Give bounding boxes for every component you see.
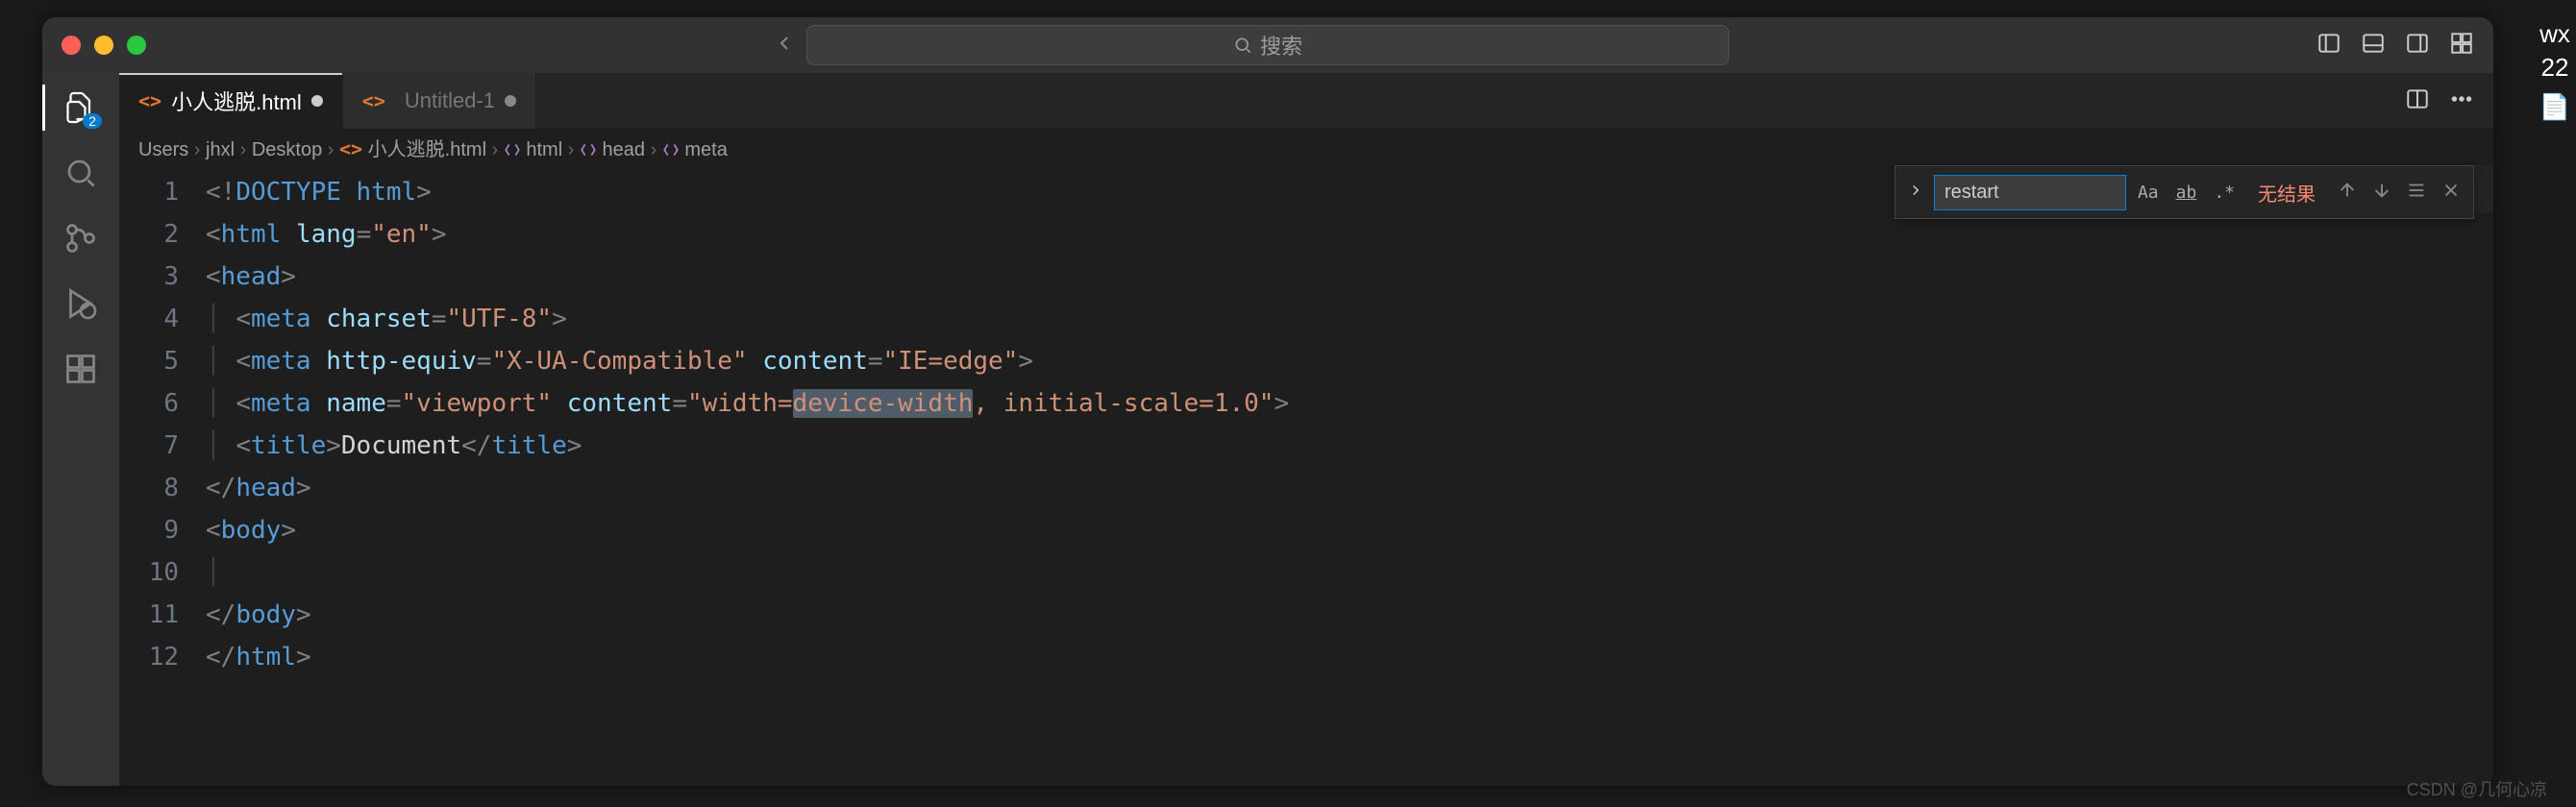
chevron-right-icon: › bbox=[651, 139, 657, 160]
panel-toggle-bottom-icon[interactable] bbox=[2361, 31, 2386, 61]
titlebar-actions bbox=[2316, 31, 2474, 61]
breadcrumb-symbol[interactable]: meta bbox=[684, 139, 727, 160]
search-placeholder: 搜索 bbox=[1260, 30, 1302, 61]
match-case-toggle[interactable]: Aa bbox=[2132, 180, 2165, 206]
tab-label: 小人逃脱.html bbox=[171, 86, 302, 116]
tab[interactable]: <> Untitled-1 bbox=[343, 73, 536, 129]
maximize-button[interactable] bbox=[127, 36, 146, 55]
find-widget: Aa ab .* 无结果 bbox=[1895, 165, 2474, 219]
line-gutter: 123456789101112 bbox=[119, 165, 206, 786]
search-icon bbox=[1233, 36, 1252, 55]
find-next-icon[interactable] bbox=[2367, 176, 2396, 209]
find-close-icon[interactable] bbox=[2437, 176, 2465, 209]
breadcrumb-segment[interactable]: Users bbox=[138, 139, 188, 160]
dirty-indicator-icon bbox=[311, 95, 323, 107]
side-text-1: 22 bbox=[2541, 53, 2569, 83]
symbol-icon bbox=[662, 139, 680, 160]
find-toggle-replace-icon[interactable] bbox=[1903, 177, 1928, 208]
chevron-right-icon: › bbox=[194, 139, 201, 160]
breadcrumb-segment[interactable]: Desktop bbox=[252, 139, 322, 160]
find-prev-icon[interactable] bbox=[2333, 176, 2362, 209]
dirty-indicator-icon bbox=[505, 95, 516, 107]
close-button[interactable] bbox=[62, 36, 81, 55]
breadcrumb-symbol[interactable]: html bbox=[526, 139, 562, 160]
more-actions-icon[interactable] bbox=[2449, 86, 2474, 116]
layout-customize-icon[interactable] bbox=[2449, 31, 2474, 61]
external-side-strip: wx 22 📄 bbox=[2538, 19, 2572, 807]
tab[interactable]: <> 小人逃脱.html bbox=[119, 73, 343, 129]
traffic-lights bbox=[62, 36, 146, 55]
html-file-icon: <> bbox=[339, 137, 362, 160]
code-editor[interactable]: 123456789101112 <!DOCTYPE html><html lan… bbox=[119, 165, 2493, 786]
find-input[interactable] bbox=[1934, 175, 2126, 210]
source-control-icon[interactable] bbox=[62, 219, 100, 257]
watermark: CSDN @几何心凉 bbox=[2407, 776, 2547, 801]
explorer-badge: 2 bbox=[83, 113, 102, 129]
breadcrumb-file[interactable]: 小人逃脱.html bbox=[368, 139, 486, 160]
symbol-icon bbox=[580, 139, 597, 160]
editor-actions bbox=[2405, 73, 2493, 129]
run-debug-icon[interactable] bbox=[62, 284, 100, 323]
chevron-right-icon: › bbox=[328, 139, 334, 160]
split-editor-icon[interactable] bbox=[2405, 86, 2430, 116]
find-result-text: 无结果 bbox=[2258, 179, 2316, 207]
explorer-icon[interactable]: 2 bbox=[62, 88, 100, 127]
breadcrumbs[interactable]: Users › jhxl › Desktop › <> 小人逃脱.html › … bbox=[119, 129, 2493, 165]
regex-toggle[interactable]: .* bbox=[2208, 180, 2241, 206]
command-center[interactable]: 搜索 bbox=[806, 25, 1729, 65]
code-content[interactable]: <!DOCTYPE html><html lang="en"><head>│ <… bbox=[206, 165, 2493, 786]
chevron-right-icon: › bbox=[492, 139, 499, 160]
main-area: <> 小人逃脱.html <> Untitled-1 Users › jhxl › D… bbox=[119, 73, 2493, 786]
html-file-icon: <> bbox=[138, 89, 161, 112]
whole-word-toggle[interactable]: ab bbox=[2170, 180, 2203, 206]
breadcrumb-symbol[interactable]: head bbox=[603, 139, 646, 160]
nav-back-icon[interactable] bbox=[773, 32, 796, 60]
breadcrumb-segment[interactable]: jhxl bbox=[206, 139, 235, 160]
panel-toggle-right-icon[interactable] bbox=[2405, 31, 2430, 61]
panel-toggle-left-icon[interactable] bbox=[2316, 31, 2341, 61]
html-file-icon: <> bbox=[362, 89, 385, 112]
tab-bar: <> 小人逃脱.html <> Untitled-1 bbox=[119, 73, 2493, 129]
activity-bar: 2 bbox=[42, 73, 119, 786]
editor-window: 搜索 2 bbox=[42, 17, 2493, 786]
symbol-icon bbox=[504, 139, 521, 160]
chevron-right-icon: › bbox=[240, 139, 247, 160]
tab-sublabel: Untitled-1 bbox=[405, 88, 495, 113]
titlebar: 搜索 bbox=[42, 17, 2493, 73]
search-activity-icon[interactable] bbox=[62, 154, 100, 192]
side-text-0: wx bbox=[2539, 19, 2570, 49]
side-file-icon: 📄 bbox=[2539, 92, 2570, 122]
minimize-button[interactable] bbox=[94, 36, 113, 55]
find-selection-icon[interactable] bbox=[2402, 176, 2431, 209]
extensions-icon[interactable] bbox=[62, 350, 100, 388]
chevron-right-icon: › bbox=[568, 139, 575, 160]
